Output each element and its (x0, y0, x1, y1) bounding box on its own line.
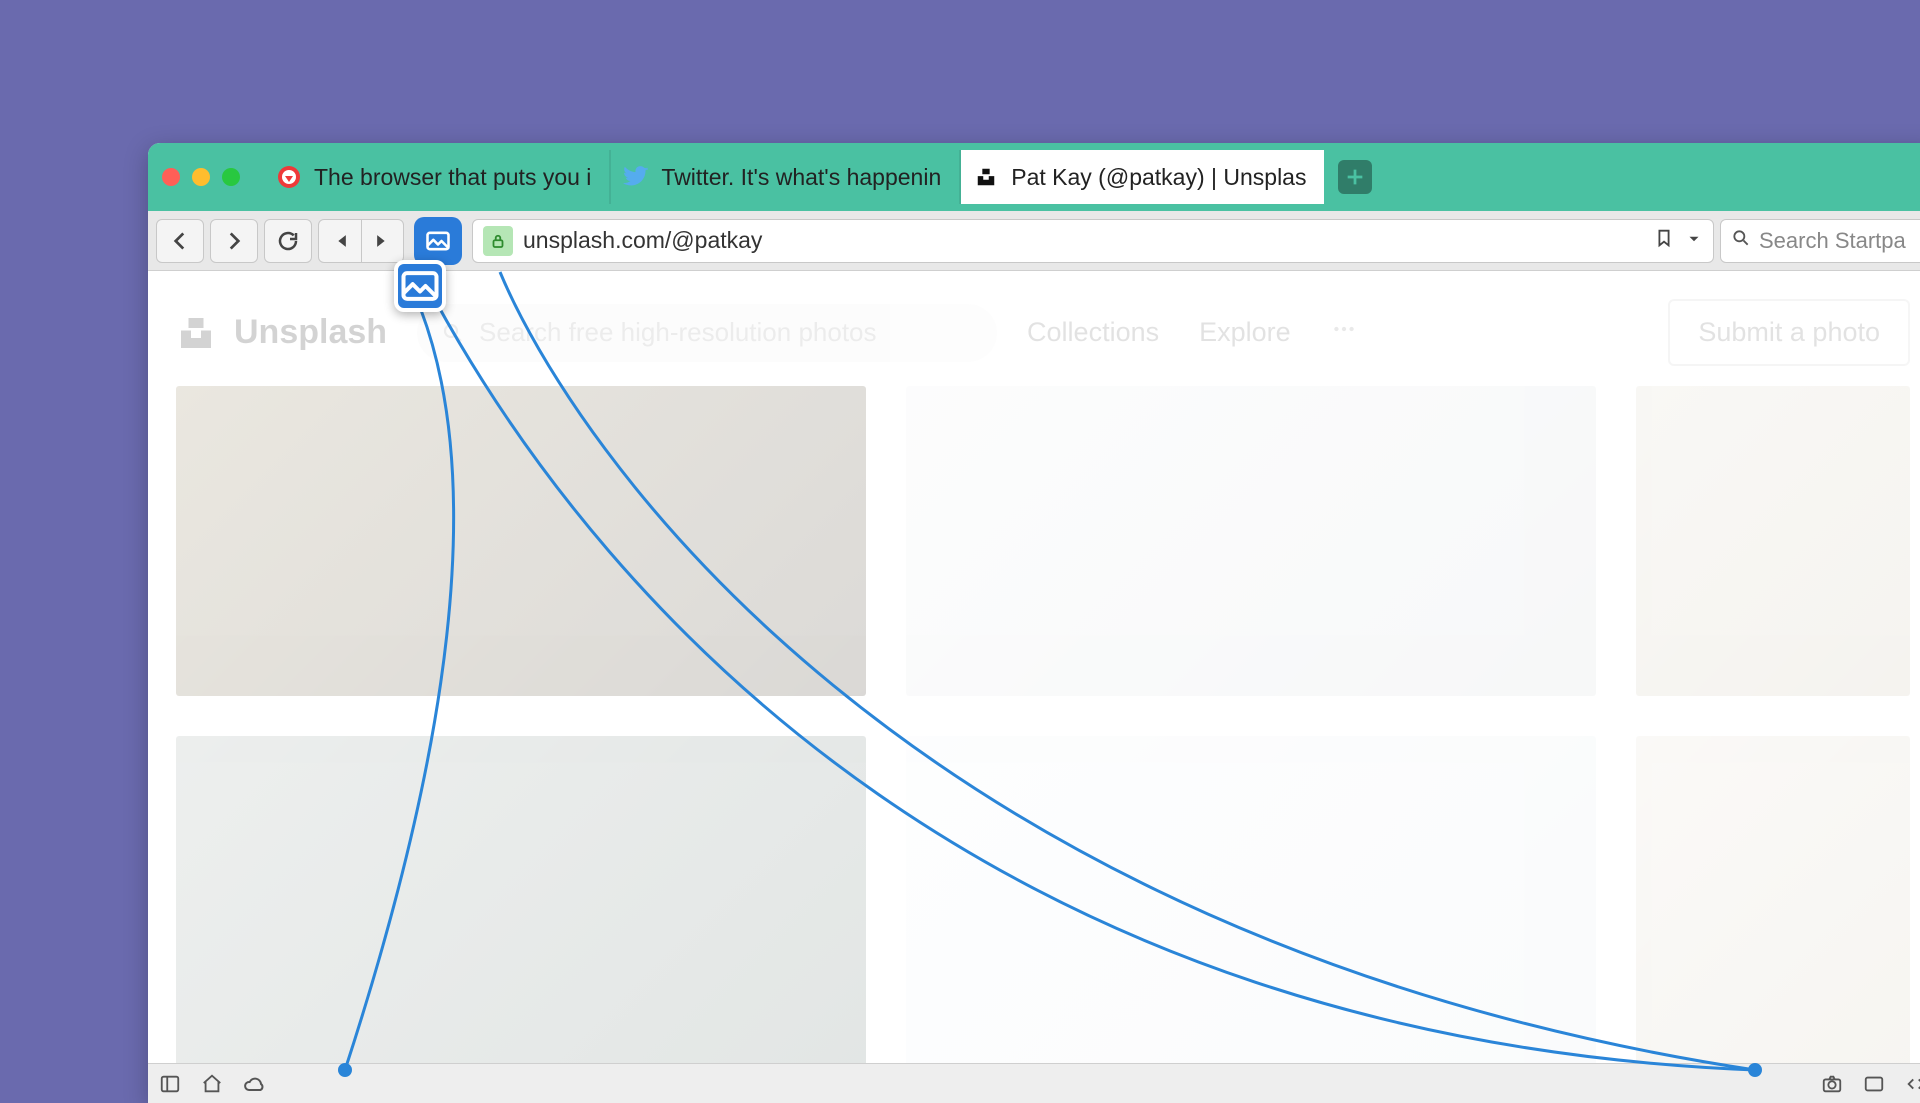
twitter-icon (623, 164, 649, 190)
tab-label: Pat Kay (@patkay) | Unsplas (1011, 164, 1306, 191)
photo-gallery (148, 386, 1920, 1063)
forward-button[interactable] (210, 219, 258, 263)
new-tab-button[interactable] (1338, 160, 1372, 194)
minimize-window-button[interactable] (192, 168, 210, 186)
panel-icon[interactable] (158, 1072, 182, 1096)
site-nav: Collections Explore (1027, 316, 1357, 349)
photo-thumbnail[interactable] (906, 386, 1596, 696)
dropdown-icon[interactable] (1685, 227, 1703, 254)
close-window-button[interactable] (162, 168, 180, 186)
submit-photo-button[interactable]: Submit a photo (1668, 299, 1910, 366)
tab-label: Twitter. It's what's happenin (661, 164, 941, 191)
code-icon[interactable] (1904, 1072, 1920, 1096)
more-icon[interactable] (1331, 316, 1357, 349)
window-controls (162, 168, 240, 186)
tab-bar: The browser that puts you i Twitter. It'… (148, 143, 1920, 211)
lock-icon (483, 226, 513, 256)
photo-thumbnail[interactable] (1636, 736, 1910, 1063)
vivaldi-icon (276, 164, 302, 190)
web-page: Unsplash Search free high-resolution pho… (148, 271, 1920, 1063)
site-search-placeholder: Search free high-resolution photos (479, 317, 876, 348)
tab-unsplash[interactable]: Pat Kay (@patkay) | Unsplas (961, 150, 1324, 204)
url-text: unsplash.com/@patkay (523, 227, 1643, 254)
rewind-fastforward-group (318, 219, 404, 263)
address-bar[interactable]: unsplash.com/@patkay (472, 219, 1714, 263)
browser-window: The browser that puts you i Twitter. It'… (148, 143, 1920, 1103)
nav-collections[interactable]: Collections (1027, 317, 1159, 348)
search-icon (1731, 228, 1751, 254)
reload-button[interactable] (264, 219, 312, 263)
nav-explore[interactable]: Explore (1199, 317, 1291, 348)
unsplash-icon (973, 164, 999, 190)
search-placeholder: Search Startpa (1759, 228, 1906, 254)
search-field[interactable]: Search Startpa (1720, 219, 1920, 263)
photo-thumbnail[interactable] (176, 736, 866, 1063)
rewind-button[interactable] (319, 220, 361, 262)
home-icon[interactable] (200, 1072, 224, 1096)
site-search[interactable]: Search free high-resolution photos (417, 304, 997, 362)
image-toggle-button[interactable] (414, 217, 462, 265)
back-button[interactable] (156, 219, 204, 263)
window-icon[interactable] (1862, 1072, 1886, 1096)
photo-thumbnail[interactable] (1636, 386, 1910, 696)
status-bar (148, 1063, 1920, 1103)
tab-label: The browser that puts you i (314, 164, 591, 191)
bookmark-icon[interactable] (1653, 227, 1675, 255)
fullscreen-window-button[interactable] (222, 168, 240, 186)
site-header: Unsplash Search free high-resolution pho… (148, 271, 1920, 386)
photo-thumbnail[interactable] (906, 736, 1596, 1063)
cloud-icon[interactable] (242, 1072, 266, 1096)
tab-vivaldi[interactable]: The browser that puts you i (264, 150, 611, 204)
toolbar: unsplash.com/@patkay Search Startpa (148, 211, 1920, 271)
photo-thumbnail[interactable] (176, 386, 866, 696)
fastforward-button[interactable] (361, 220, 403, 262)
tab-twitter[interactable]: Twitter. It's what's happenin (611, 150, 961, 204)
site-name: Unsplash (234, 313, 387, 352)
site-logo[interactable]: Unsplash (176, 313, 387, 353)
camera-icon[interactable] (1820, 1072, 1844, 1096)
